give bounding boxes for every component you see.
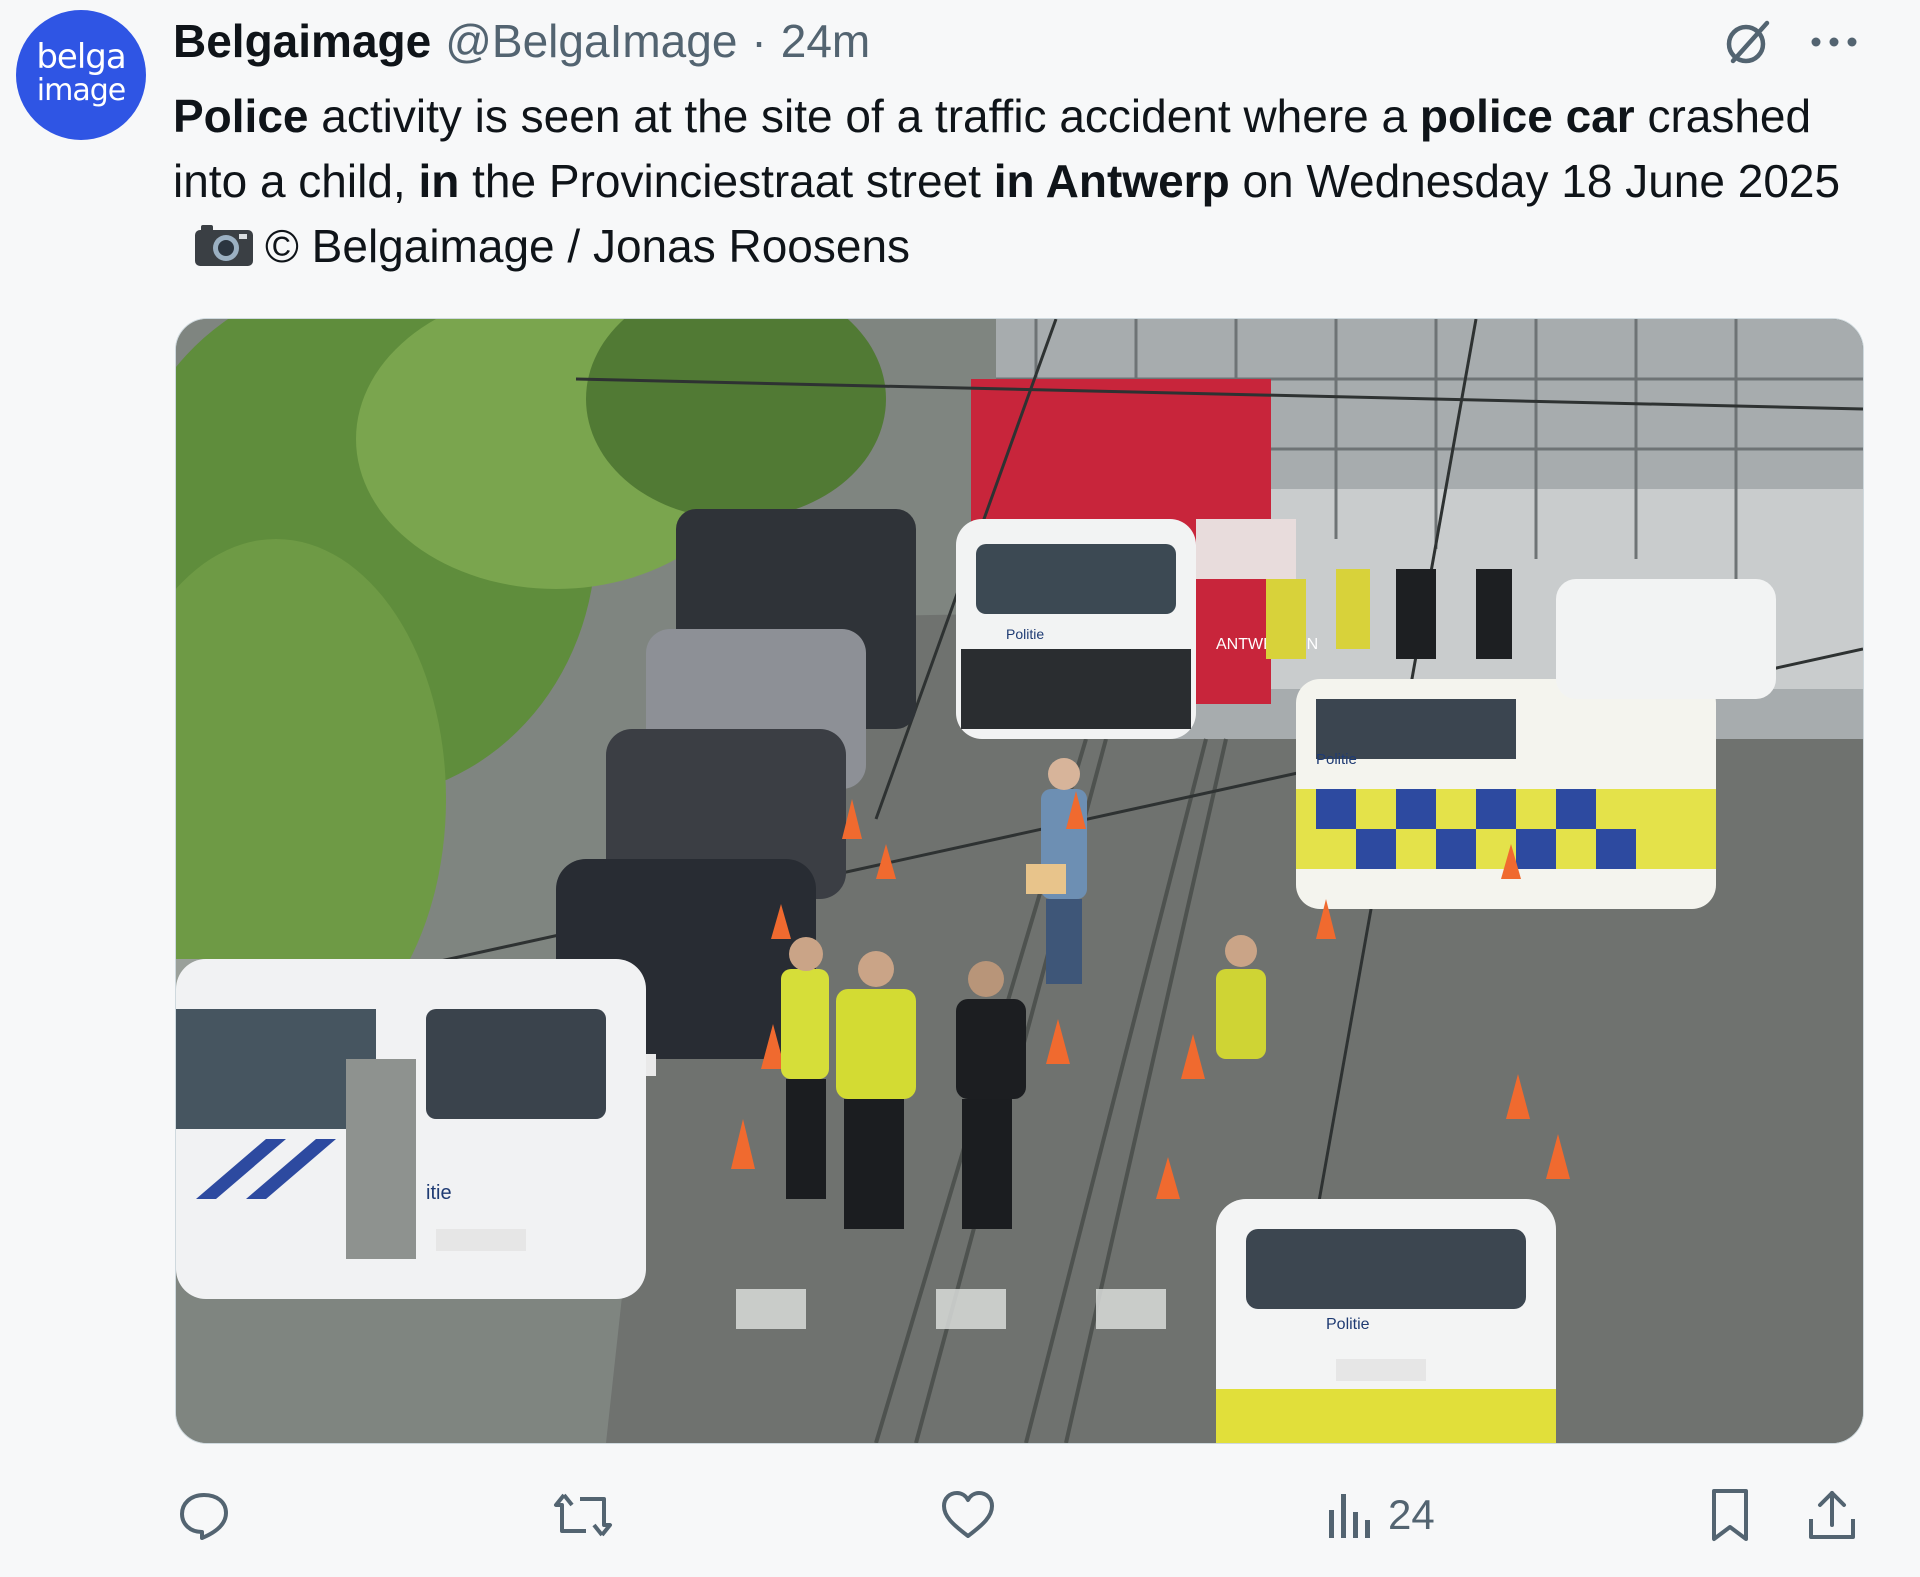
reply-button[interactable]	[176, 1470, 232, 1560]
tweet: belga image Belgaimage @BelgaImage · 24m…	[0, 0, 1920, 1577]
van-label: Politie	[1006, 626, 1044, 642]
camera-icon	[193, 220, 255, 285]
more-icon	[1811, 37, 1857, 47]
separator-dot: ·	[751, 15, 767, 67]
repost-button[interactable]	[552, 1470, 614, 1560]
text-bold-police: Police	[173, 90, 309, 142]
views-button[interactable]: 24	[1326, 1470, 1435, 1560]
grok-icon	[1726, 20, 1770, 64]
repost-icon	[554, 1493, 612, 1537]
text-bold-in-antwerp: in Antwerp	[993, 155, 1230, 207]
reply-icon	[180, 1493, 228, 1540]
avatar-text-2: image	[36, 73, 126, 108]
handle[interactable]: @BelgaImage	[445, 14, 737, 68]
like-button[interactable]	[940, 1470, 996, 1560]
media-photo[interactable]: ANTWERPEN	[175, 318, 1864, 1444]
action-bar: 24	[0, 1470, 1920, 1560]
car-bottom-label: Politie	[1326, 1316, 1370, 1333]
text-bold-police-car: police car	[1419, 90, 1635, 142]
share-icon	[1809, 1491, 1855, 1539]
bookmark-icon	[1712, 1489, 1748, 1541]
van-left-label: itie	[426, 1182, 452, 1204]
text-bold-in: in	[418, 155, 460, 207]
text-seg-8: on Wednesday 18 June 2025	[1229, 155, 1841, 207]
tweet-header: Belgaimage @BelgaImage · 24m	[173, 14, 870, 74]
display-name[interactable]: Belgaimage	[173, 14, 431, 68]
more-button[interactable]	[1804, 14, 1864, 70]
like-icon	[942, 1491, 994, 1538]
text-seg-2: activity is seen at the site of a traffi…	[308, 90, 1420, 142]
avatar[interactable]: belga image	[16, 10, 146, 140]
text-seg-6: the Provinciestraat street	[459, 155, 994, 207]
share-button[interactable]	[1806, 1470, 1858, 1560]
text-credit: © Belgaimage / Jonas Roosens	[265, 220, 911, 272]
bookmark-button[interactable]	[1708, 1470, 1752, 1560]
timestamp[interactable]: 24m	[781, 14, 870, 68]
accident-scene-photo: ANTWERPEN	[176, 319, 1863, 1443]
grok-button[interactable]	[1718, 12, 1778, 72]
views-count: 24	[1388, 1491, 1435, 1538]
tweet-text: Police activity is seen at the site of a…	[173, 84, 1893, 285]
van-right-label: Politie	[1316, 751, 1357, 768]
avatar-text-1: belga	[36, 37, 126, 77]
views-icon	[1329, 1494, 1370, 1538]
